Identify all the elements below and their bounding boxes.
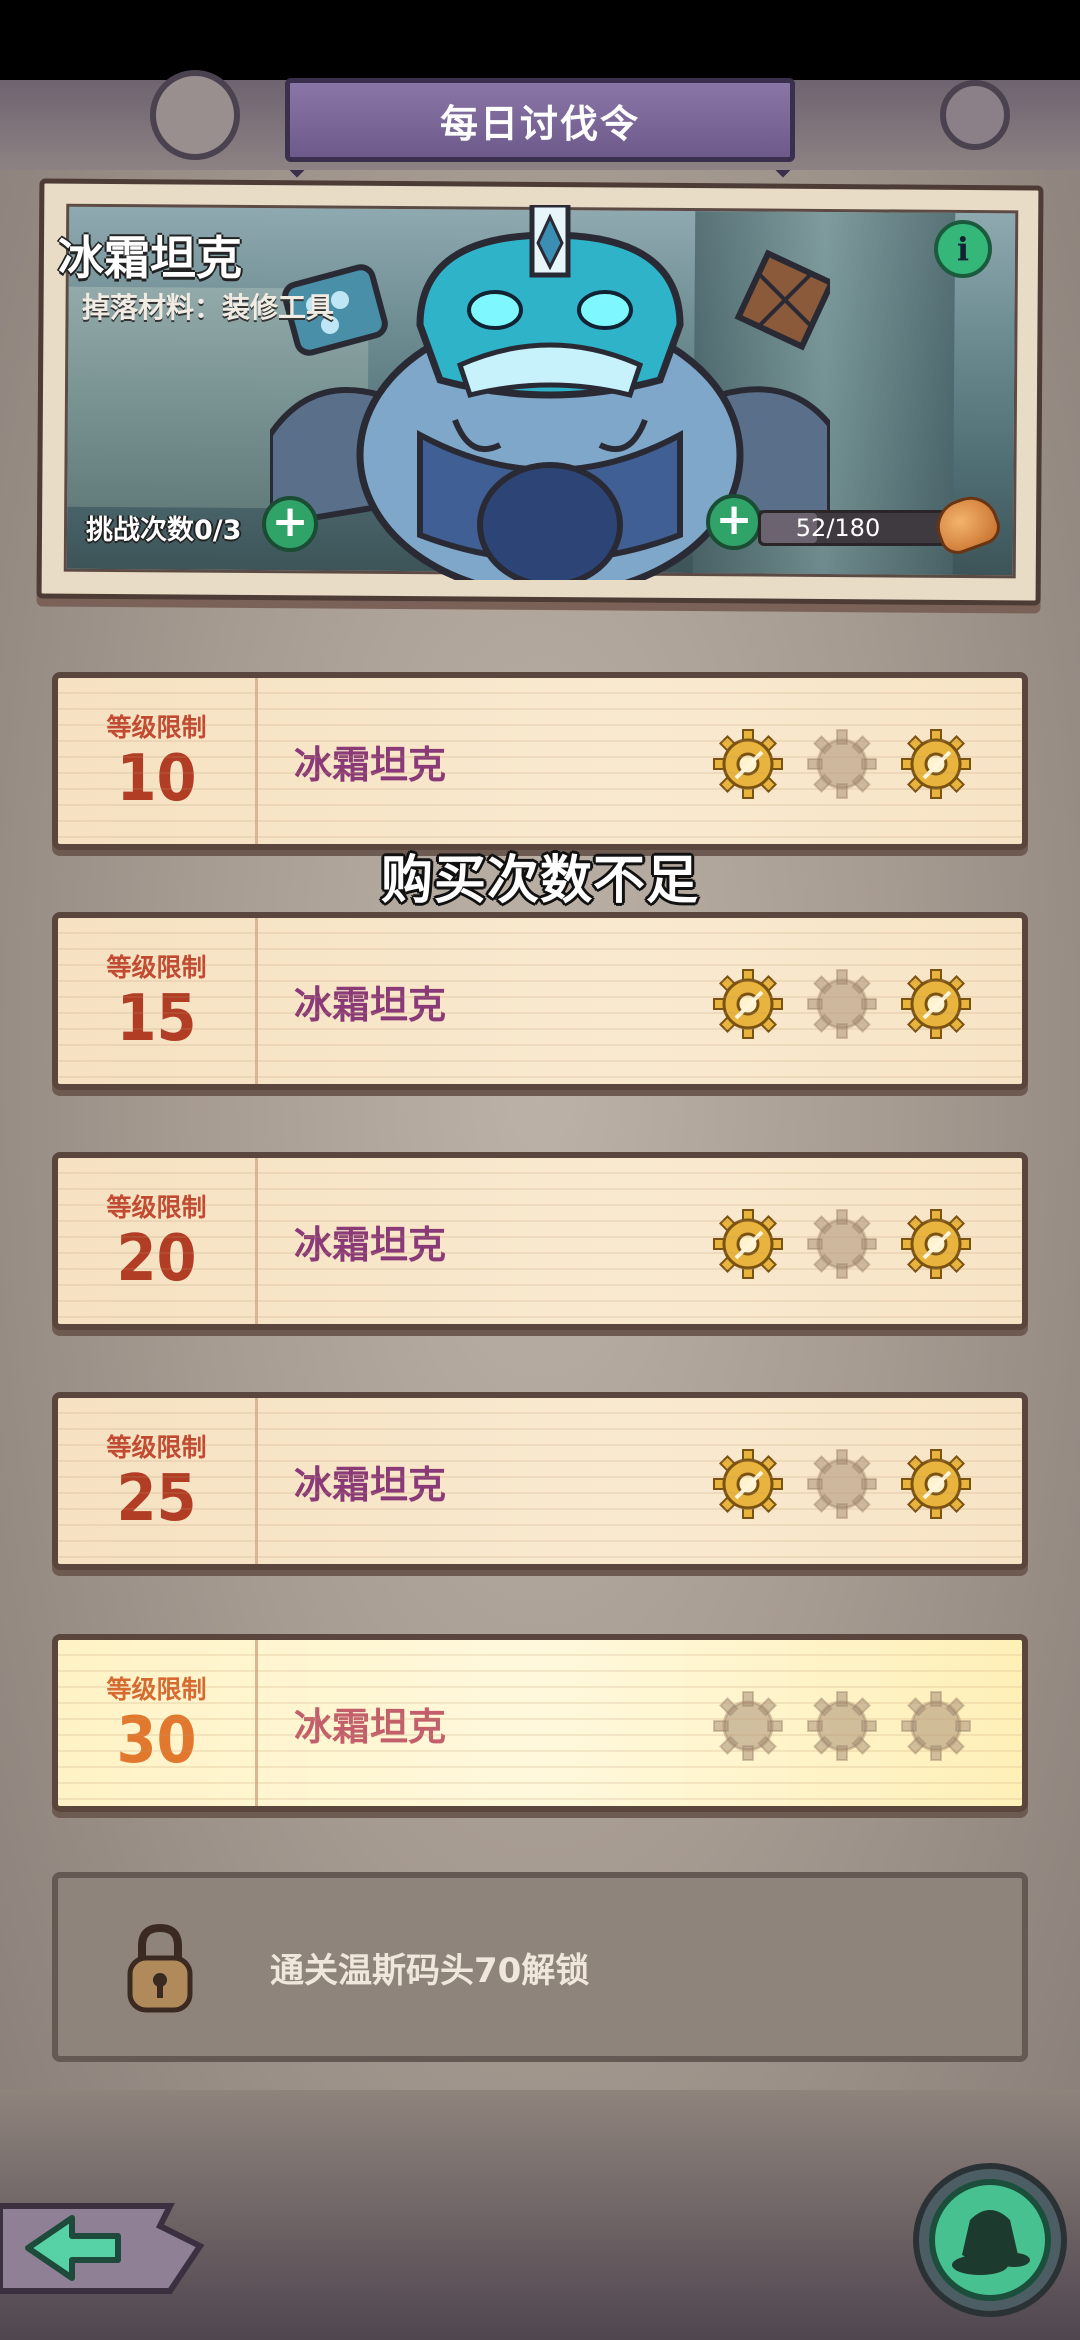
stage-row-2[interactable]: 等级限制 15 冰霜坦克 — [52, 912, 1028, 1090]
gear-icon — [901, 969, 971, 1039]
stage-name: 冰霜坦克 — [294, 1462, 447, 1507]
page-title: 每日讨伐令 — [439, 101, 640, 146]
stage-row-5[interactable]: 等级限制 30 冰霜坦克 — [52, 1634, 1028, 1812]
exchange-button[interactable] — [910, 2160, 1070, 2320]
level-limit-number: 10 — [116, 742, 197, 816]
stage-name: 冰霜坦克 — [294, 742, 447, 787]
lock-icon — [127, 1923, 193, 2013]
level-limit-label: 等级限制 — [106, 713, 207, 742]
level-limit-number: 25 — [116, 1462, 197, 1536]
challenge-count: 挑战次数0/3 — [86, 515, 242, 546]
info-icon: i — [956, 230, 970, 268]
unlock-condition-text: 通关温斯码头70解锁 — [270, 1950, 590, 1991]
stamina-text: 52/180 — [795, 514, 881, 542]
stamina-bar: 52/180 — [758, 510, 958, 546]
stage-name: 冰霜坦克 — [294, 1222, 447, 1267]
gear-empty-icon — [807, 969, 877, 1039]
gear-empty-icon — [807, 1449, 877, 1519]
gear-empty-icon — [901, 1691, 971, 1761]
clock-decoration-icon — [150, 70, 240, 160]
level-limit-label: 等级限制 — [106, 1433, 207, 1462]
gear-empty-icon — [807, 729, 877, 799]
gear-icon — [901, 729, 971, 799]
level-limit-box: 等级限制 30 — [58, 1640, 258, 1806]
boss-drop-materials: 掉落材料：装修工具 — [82, 291, 335, 324]
level-limit-label: 等级限制 — [106, 1193, 207, 1222]
info-button[interactable]: i — [934, 220, 992, 278]
add-stamina-button[interactable]: + — [706, 494, 762, 550]
title-banner: 每日讨伐令 — [285, 78, 795, 162]
gear-empty-icon — [713, 1691, 783, 1761]
gear-icon — [713, 969, 783, 1039]
level-limit-label: 等级限制 — [106, 1675, 207, 1704]
stage-row-4[interactable]: 等级限制 25 冰霜坦克 — [52, 1392, 1028, 1570]
toast-message: 购买次数不足 — [380, 851, 699, 911]
level-limit-box: 等级限制 10 — [58, 678, 258, 844]
level-limit-number: 30 — [116, 1704, 197, 1778]
gear-empty-icon — [807, 1209, 877, 1279]
level-limit-box: 等级限制 20 — [58, 1158, 258, 1324]
gear-icon — [713, 1449, 783, 1519]
gear-icon — [901, 1449, 971, 1519]
gear-empty-icon — [807, 1691, 877, 1761]
status-bar — [0, 0, 1080, 80]
gear-icon — [713, 1209, 783, 1279]
stage-row-1[interactable]: 等级限制 10 冰霜坦克 — [52, 672, 1028, 850]
locked-stage-row: 通关温斯码头70解锁 — [52, 1872, 1028, 2062]
stage-name: 冰霜坦克 — [294, 982, 447, 1027]
level-limit-label: 等级限制 — [106, 953, 207, 982]
gear-icon — [901, 1209, 971, 1279]
plus-icon: + — [715, 494, 753, 545]
add-challenge-button[interactable]: + — [262, 496, 318, 552]
stage-row-3[interactable]: 等级限制 20 冰霜坦克 — [52, 1152, 1028, 1330]
gear-icon — [713, 729, 783, 799]
back-button[interactable] — [0, 2196, 220, 2306]
level-limit-box: 等级限制 15 — [58, 918, 258, 1084]
boss-name: 冰霜坦克 — [58, 231, 242, 285]
level-limit-number: 15 — [116, 982, 197, 1056]
globe-decoration-icon — [940, 80, 1010, 150]
level-limit-number: 20 — [116, 1222, 197, 1296]
level-limit-box: 等级限制 25 — [58, 1398, 258, 1564]
stage-name: 冰霜坦克 — [294, 1704, 447, 1749]
plus-icon: + — [271, 496, 309, 547]
